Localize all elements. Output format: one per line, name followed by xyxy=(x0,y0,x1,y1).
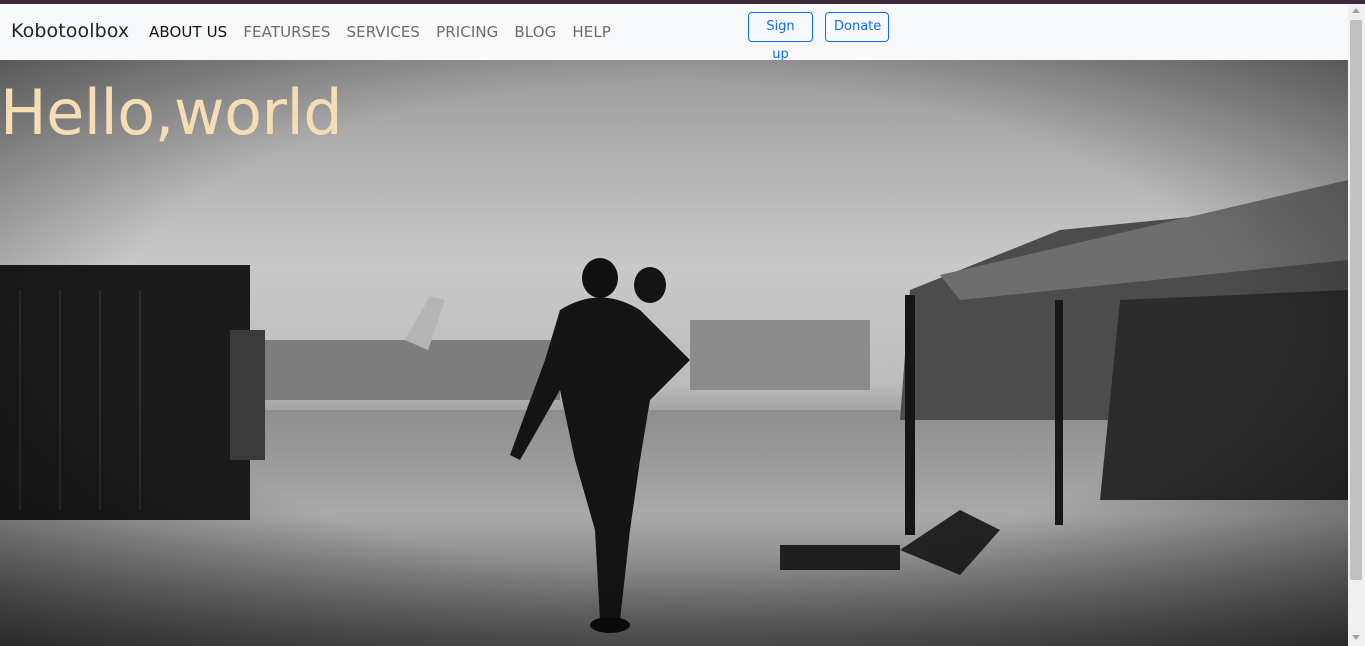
nav-link-help[interactable]: HELP xyxy=(572,23,611,41)
sign-up-button[interactable]: Sign up xyxy=(748,12,813,62)
page-scrollbar[interactable] xyxy=(1348,4,1365,646)
hero-title: Hello,world xyxy=(0,76,343,149)
nav-link-pricing[interactable]: PRICING xyxy=(436,23,498,41)
nav-link-blog[interactable]: BLOG xyxy=(514,23,556,41)
nav-link-about-us[interactable]: ABOUT US xyxy=(149,23,227,41)
scroll-down-arrow-icon[interactable] xyxy=(1352,635,1360,640)
scrollbar-thumb[interactable] xyxy=(1350,20,1362,580)
navbar: Kobotoolbox ABOUT US FEATURSES SERVICES … xyxy=(0,4,1348,62)
nav-link-services[interactable]: SERVICES xyxy=(347,23,421,41)
hero-section: Hello,world xyxy=(0,60,1348,646)
nav-link-features[interactable]: FEATURSES xyxy=(243,23,330,41)
nav-links: ABOUT US FEATURSES SERVICES PRICING BLOG… xyxy=(149,23,627,41)
brand-logo[interactable]: Kobotoolbox xyxy=(11,20,129,42)
donate-button[interactable]: Donate xyxy=(825,12,889,42)
scroll-up-arrow-icon[interactable] xyxy=(1352,8,1360,13)
